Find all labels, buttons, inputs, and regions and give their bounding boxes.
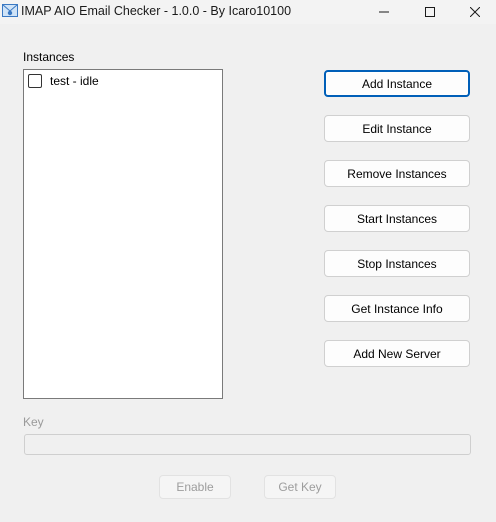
list-item[interactable]: test - idle <box>28 73 99 89</box>
instance-label: test - idle <box>50 74 99 88</box>
title-bar[interactable]: IMAP AIO Email Checker - 1.0.0 - By Icar… <box>0 0 496 24</box>
instance-checkbox[interactable] <box>28 74 42 88</box>
close-button[interactable] <box>452 0 496 24</box>
minimize-button[interactable] <box>361 0 407 24</box>
app-window: IMAP AIO Email Checker - 1.0.0 - By Icar… <box>0 0 496 522</box>
maximize-button[interactable] <box>407 0 453 24</box>
add-instance-button[interactable]: Add Instance <box>324 70 470 97</box>
edit-instance-button[interactable]: Edit Instance <box>324 115 470 142</box>
instances-label: Instances <box>23 50 75 64</box>
envelope-icon <box>2 4 18 17</box>
window-title: IMAP AIO Email Checker - 1.0.0 - By Icar… <box>21 4 292 18</box>
maximize-icon <box>425 7 435 17</box>
enable-button[interactable]: Enable <box>159 475 231 499</box>
get-key-button[interactable]: Get Key <box>264 475 336 499</box>
key-input[interactable] <box>24 434 471 455</box>
get-instance-info-button[interactable]: Get Instance Info <box>324 295 470 322</box>
close-icon <box>470 7 480 17</box>
instances-list[interactable]: test - idle <box>23 69 223 399</box>
key-label: Key <box>23 415 44 429</box>
stop-instances-button[interactable]: Stop Instances <box>324 250 470 277</box>
minimize-icon <box>379 11 389 13</box>
remove-instances-button[interactable]: Remove Instances <box>324 160 470 187</box>
add-new-server-button[interactable]: Add New Server <box>324 340 470 367</box>
start-instances-button[interactable]: Start Instances <box>324 205 470 232</box>
